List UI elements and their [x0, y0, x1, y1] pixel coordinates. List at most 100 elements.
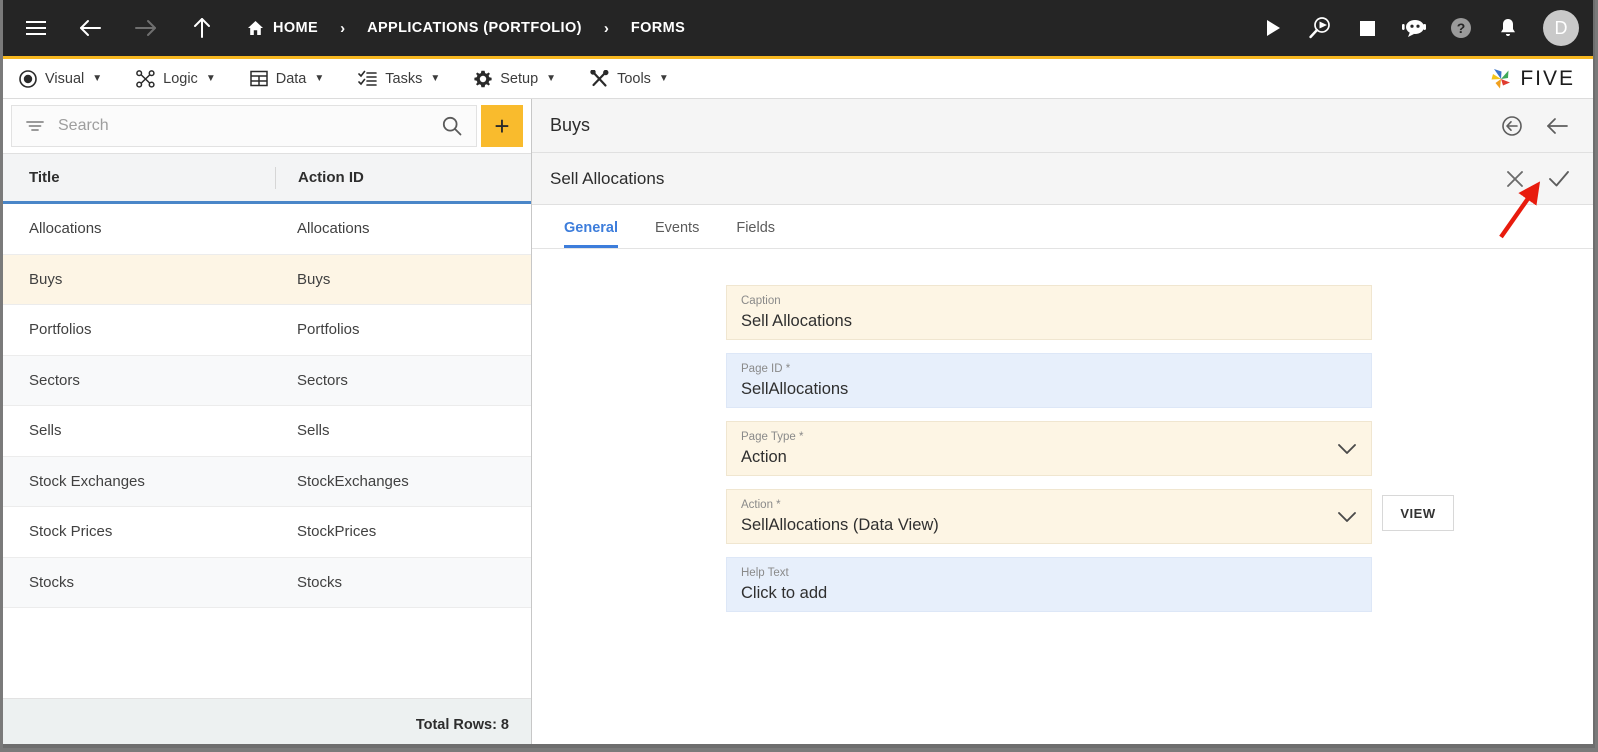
tab-fields[interactable]: Fields [736, 220, 775, 248]
field-row-help-text: Help Text Click to add [532, 557, 1593, 612]
page-id-field-value: SellAllocations [741, 380, 849, 398]
debug-icon[interactable] [1305, 13, 1335, 43]
chevron-down-icon[interactable] [1337, 443, 1357, 455]
chevron-down-icon: ▼ [430, 73, 441, 84]
breadcrumb-item-forms[interactable]: FORMS [631, 20, 685, 36]
menu-item-tools[interactable]: Tools ▼ [590, 69, 669, 88]
tab-events[interactable]: Events [655, 220, 699, 248]
forms-grid: Title Action ID Allocations Allocations … [3, 153, 531, 744]
filter-icon[interactable] [26, 119, 44, 133]
breadcrumb-separator-1: › [340, 19, 346, 37]
table-row[interactable]: Allocations Allocations [3, 204, 531, 255]
revert-circle-arrow-icon[interactable] [1501, 115, 1523, 137]
detail-tabs: General Events Fields [532, 205, 1593, 249]
chevron-down-icon[interactable] [1337, 511, 1357, 523]
back-arrow-icon[interactable] [75, 13, 105, 43]
five-brand-logo: FIVE [1488, 66, 1575, 92]
pinwheel-logo-icon [1488, 66, 1514, 92]
close-x-icon[interactable] [1505, 169, 1525, 189]
app-window: HOME › APPLICATIONS (PORTFOLIO) › FORMS [3, 0, 1595, 748]
search-toolbar: + [3, 99, 531, 153]
search-box[interactable] [11, 105, 477, 147]
forward-arrow-icon[interactable] [131, 13, 161, 43]
back-arrow-icon[interactable] [1545, 116, 1569, 136]
table-row[interactable]: Stock Exchanges StockExchanges [3, 456, 531, 507]
stop-icon[interactable] [1352, 13, 1382, 43]
breadcrumb-label-applications: APPLICATIONS (PORTFOLIO) [367, 20, 582, 36]
gear-icon [474, 70, 492, 88]
record-title: Sell Allocations [550, 168, 665, 188]
page-title: Buys [550, 115, 591, 135]
avatar[interactable]: D [1543, 10, 1579, 46]
confirm-check-icon[interactable] [1547, 168, 1571, 190]
tools-icon [590, 69, 609, 88]
breadcrumb-label-home: HOME [273, 20, 319, 36]
menu-label-logic: Logic [163, 70, 198, 87]
total-rows-label: Total Rows: 8 [415, 717, 509, 733]
breadcrumb-item-applications[interactable]: APPLICATIONS (PORTFOLIO) [367, 20, 582, 36]
menu-item-data[interactable]: Data ▼ [249, 70, 325, 87]
help-icon[interactable]: ? [1446, 13, 1476, 43]
logic-nodes-icon [136, 69, 155, 88]
cell-action-id: StockExchanges [297, 472, 409, 490]
page-type-field-value: Action [741, 448, 787, 466]
table-row[interactable]: Portfolios Portfolios [3, 305, 531, 356]
cell-title: Stock Prices [29, 523, 113, 541]
run-icon[interactable] [1258, 13, 1288, 43]
grid-header-row: Title Action ID [3, 154, 531, 204]
caption-field[interactable]: Caption Sell Allocations [726, 285, 1372, 340]
menu-label-tools: Tools [617, 70, 651, 87]
caption-field-label: Caption [741, 295, 781, 307]
table-row-selected[interactable]: Buys Buys [3, 254, 531, 305]
field-row-page-type: Page Type * Action [532, 421, 1593, 476]
column-header-action-id[interactable]: Action ID [275, 166, 531, 189]
field-row-page-id: Page ID * SellAllocations [532, 353, 1593, 408]
help-text-field-label: Help Text [741, 567, 789, 579]
menu-item-tasks[interactable]: Tasks ▼ [358, 70, 440, 87]
cell-action-id: Sectors [297, 371, 348, 389]
menu-label-tasks: Tasks [385, 70, 423, 87]
menu-label-data: Data [275, 70, 307, 87]
help-text-field[interactable]: Help Text Click to add [726, 557, 1372, 612]
page-id-field-label: Page ID * [741, 363, 791, 375]
view-action-button[interactable]: VIEW [1382, 495, 1454, 531]
search-icon[interactable] [442, 116, 462, 136]
grid-footer: Total Rows: 8 [3, 698, 531, 744]
grid-table-icon [249, 70, 268, 87]
search-input[interactable] [58, 117, 442, 135]
column-header-title[interactable]: Title [3, 169, 275, 186]
tab-general[interactable]: General [564, 220, 618, 248]
chevron-down-icon: ▼ [314, 73, 325, 84]
chevron-down-icon: ▼ [658, 73, 669, 84]
page-id-field[interactable]: Page ID * SellAllocations [726, 353, 1372, 408]
svg-text:?: ? [1457, 20, 1466, 36]
checklist-icon [358, 70, 378, 87]
cell-title: Sells [29, 422, 62, 440]
avatar-initial: D [1554, 17, 1568, 38]
breadcrumb-separator-2: › [603, 19, 609, 37]
cell-action-id: Allocations [297, 220, 370, 238]
page-type-select[interactable]: Page Type * Action [726, 421, 1372, 476]
table-row[interactable]: Sells Sells [3, 406, 531, 457]
cell-action-id: StockPrices [297, 523, 377, 541]
caption-field-value: Sell Allocations [741, 312, 852, 330]
chevron-down-icon: ▼ [205, 73, 216, 84]
breadcrumb-item-home[interactable]: HOME [247, 20, 318, 36]
action-select[interactable]: Action * SellAllocations (Data View) [726, 489, 1372, 544]
table-row[interactable]: Stock Prices StockPrices [3, 507, 531, 558]
chevron-down-icon: ▼ [546, 73, 557, 84]
detail-header: Buys [532, 99, 1593, 153]
add-form-button[interactable]: + [481, 105, 523, 147]
cell-action-id: Buys [297, 270, 331, 288]
help-text-field-value: Click to add [741, 584, 828, 602]
up-arrow-icon[interactable] [187, 13, 217, 43]
menu-item-setup[interactable]: Setup ▼ [474, 70, 556, 88]
application-menu-bar: Visual ▼ Logic ▼ Data ▼ Tasks ▼ Setup ▼ … [3, 59, 1593, 99]
chat-bot-icon[interactable] [1399, 13, 1429, 43]
hamburger-icon[interactable] [21, 13, 51, 43]
notifications-bell-icon[interactable] [1493, 13, 1523, 43]
table-row[interactable]: Stocks Stocks [3, 557, 531, 608]
menu-item-logic[interactable]: Logic ▼ [136, 69, 216, 88]
menu-item-visual[interactable]: Visual ▼ [19, 69, 102, 88]
table-row[interactable]: Sectors Sectors [3, 355, 531, 406]
